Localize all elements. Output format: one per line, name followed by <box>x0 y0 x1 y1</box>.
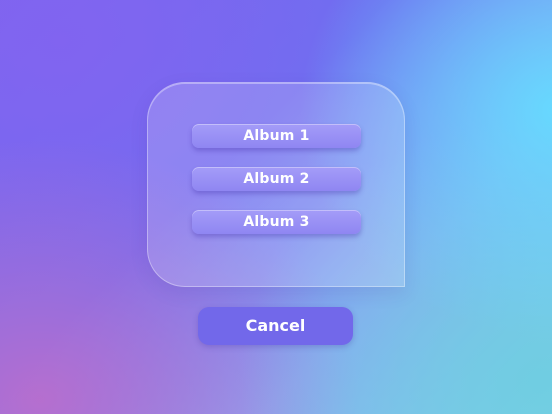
album-3-button[interactable]: Album 3 <box>192 210 361 234</box>
album-1-button[interactable]: Album 1 <box>192 124 361 148</box>
album-2-button[interactable]: Album 2 <box>192 167 361 191</box>
album-picker-panel: Album 1 Album 2 Album 3 <box>147 82 405 287</box>
cancel-button[interactable]: Cancel <box>198 307 353 345</box>
